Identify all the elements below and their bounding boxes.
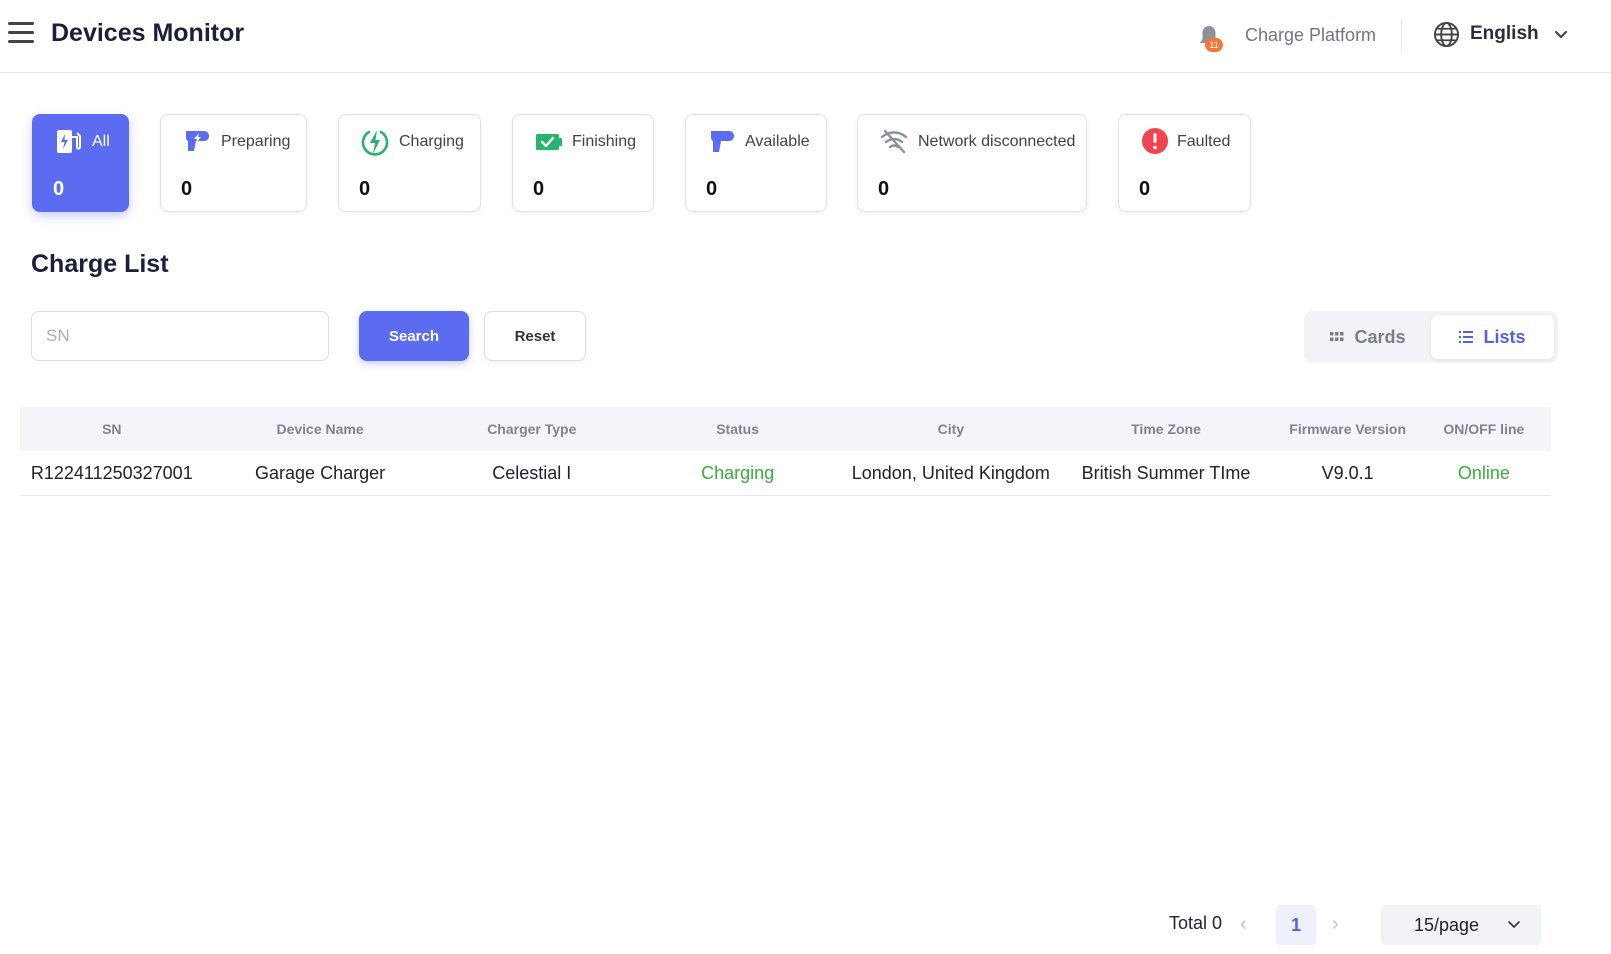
status-card-available[interactable]: Available 0 bbox=[685, 114, 827, 212]
card-value: 0 bbox=[1139, 178, 1151, 200]
view-lists-label: Lists bbox=[1483, 326, 1526, 347]
view-lists-button[interactable]: Lists bbox=[1431, 315, 1554, 359]
card-value: 0 bbox=[359, 178, 371, 200]
lightning-circle-icon bbox=[361, 130, 389, 156]
globe-icon[interactable] bbox=[1433, 21, 1460, 48]
status-card-finishing[interactable]: Finishing 0 bbox=[512, 114, 654, 212]
search-button[interactable]: Search bbox=[359, 311, 469, 361]
page-size-label: 15/page bbox=[1414, 915, 1480, 935]
notification-badge: 11 bbox=[1205, 38, 1223, 52]
column-header-sn[interactable]: SN bbox=[20, 421, 204, 437]
chevron-down-icon bbox=[1508, 921, 1520, 928]
column-header-firmware-version[interactable]: Firmware Version bbox=[1279, 421, 1417, 437]
card-value: 0 bbox=[53, 178, 65, 200]
cell-status: Charging bbox=[701, 462, 775, 483]
column-header-device-name[interactable]: Device Name bbox=[204, 421, 437, 437]
wifi-off-icon bbox=[880, 129, 908, 154]
cell-online-status: Online bbox=[1457, 462, 1510, 483]
page-size-select[interactable]: 15/page bbox=[1381, 905, 1541, 945]
column-header-status[interactable]: Status bbox=[627, 421, 848, 437]
menu-icon[interactable] bbox=[8, 22, 34, 44]
status-card-network-disconnected[interactable]: Network disconnected 0 bbox=[857, 114, 1087, 212]
table-row[interactable]: R122411250327001 Garage Charger Celestia… bbox=[20, 451, 1551, 496]
reset-button[interactable]: Reset bbox=[484, 311, 586, 361]
view-cards-button[interactable]: Cards bbox=[1308, 315, 1428, 359]
cell-city: London, United Kingdom bbox=[851, 462, 1050, 483]
cell-sn: R122411250327001 bbox=[30, 462, 193, 483]
view-cards-label: Cards bbox=[1354, 326, 1406, 347]
status-card-faulted[interactable]: Faulted 0 bbox=[1118, 114, 1251, 212]
card-label: Available bbox=[745, 133, 810, 150]
status-card-preparing[interactable]: Preparing 0 bbox=[160, 114, 307, 212]
page-number-button[interactable]: 1 bbox=[1276, 905, 1316, 945]
status-card-charging[interactable]: Charging 0 bbox=[338, 114, 481, 212]
grid-icon bbox=[1330, 332, 1344, 341]
table-header: SN Device Name Charger Type Status City … bbox=[20, 407, 1551, 451]
cell-device-name: Garage Charger bbox=[255, 462, 386, 483]
chevron-right-icon[interactable]: › bbox=[1332, 913, 1339, 936]
battery-check-icon bbox=[536, 134, 562, 150]
top-header: Devices Monitor 11 Charge Platform Engli… bbox=[0, 0, 1611, 73]
list-icon bbox=[1459, 331, 1474, 343]
column-header-online-status[interactable]: ON/OFF line bbox=[1417, 421, 1551, 437]
plug-bolt-icon bbox=[186, 131, 209, 151]
alert-circle-icon bbox=[1142, 128, 1168, 154]
card-label: Finishing bbox=[572, 133, 637, 150]
card-value: 0 bbox=[706, 178, 718, 200]
language-select[interactable]: English bbox=[1470, 23, 1539, 45]
column-header-charger-type[interactable]: Charger Type bbox=[437, 421, 628, 437]
cell-charger-type: Celestial I bbox=[492, 462, 572, 483]
card-value: 0 bbox=[878, 178, 890, 200]
page-title: Devices Monitor bbox=[51, 19, 245, 47]
plug-icon bbox=[711, 131, 734, 152]
card-label: Charging bbox=[399, 133, 464, 150]
sn-search-input[interactable] bbox=[31, 311, 329, 361]
charger-station-icon bbox=[57, 130, 81, 153]
view-toggle: Cards Lists bbox=[1304, 311, 1558, 363]
card-label: All bbox=[92, 133, 110, 150]
header-divider bbox=[1401, 19, 1402, 51]
card-label: Faulted bbox=[1177, 133, 1231, 150]
platform-name[interactable]: Charge Platform bbox=[1245, 25, 1376, 46]
chevron-left-icon[interactable]: ‹ bbox=[1240, 913, 1247, 936]
cell-time-zone: British Summer TIme bbox=[1081, 462, 1251, 483]
cell-firmware-version: V9.0.1 bbox=[1321, 462, 1374, 483]
card-label: Network disconnected bbox=[918, 133, 1076, 150]
charge-table: SN Device Name Charger Type Status City … bbox=[20, 407, 1551, 496]
chevron-down-icon[interactable] bbox=[1553, 28, 1569, 42]
status-card-all[interactable]: All 0 bbox=[32, 114, 129, 212]
card-value: 0 bbox=[533, 178, 545, 200]
column-header-city[interactable]: City bbox=[848, 421, 1053, 437]
column-header-time-zone[interactable]: Time Zone bbox=[1053, 421, 1278, 437]
card-label: Preparing bbox=[221, 133, 291, 150]
pagination-total: Total 0 bbox=[1169, 913, 1223, 933]
card-value: 0 bbox=[181, 178, 193, 200]
charge-list-title: Charge List bbox=[31, 250, 169, 278]
